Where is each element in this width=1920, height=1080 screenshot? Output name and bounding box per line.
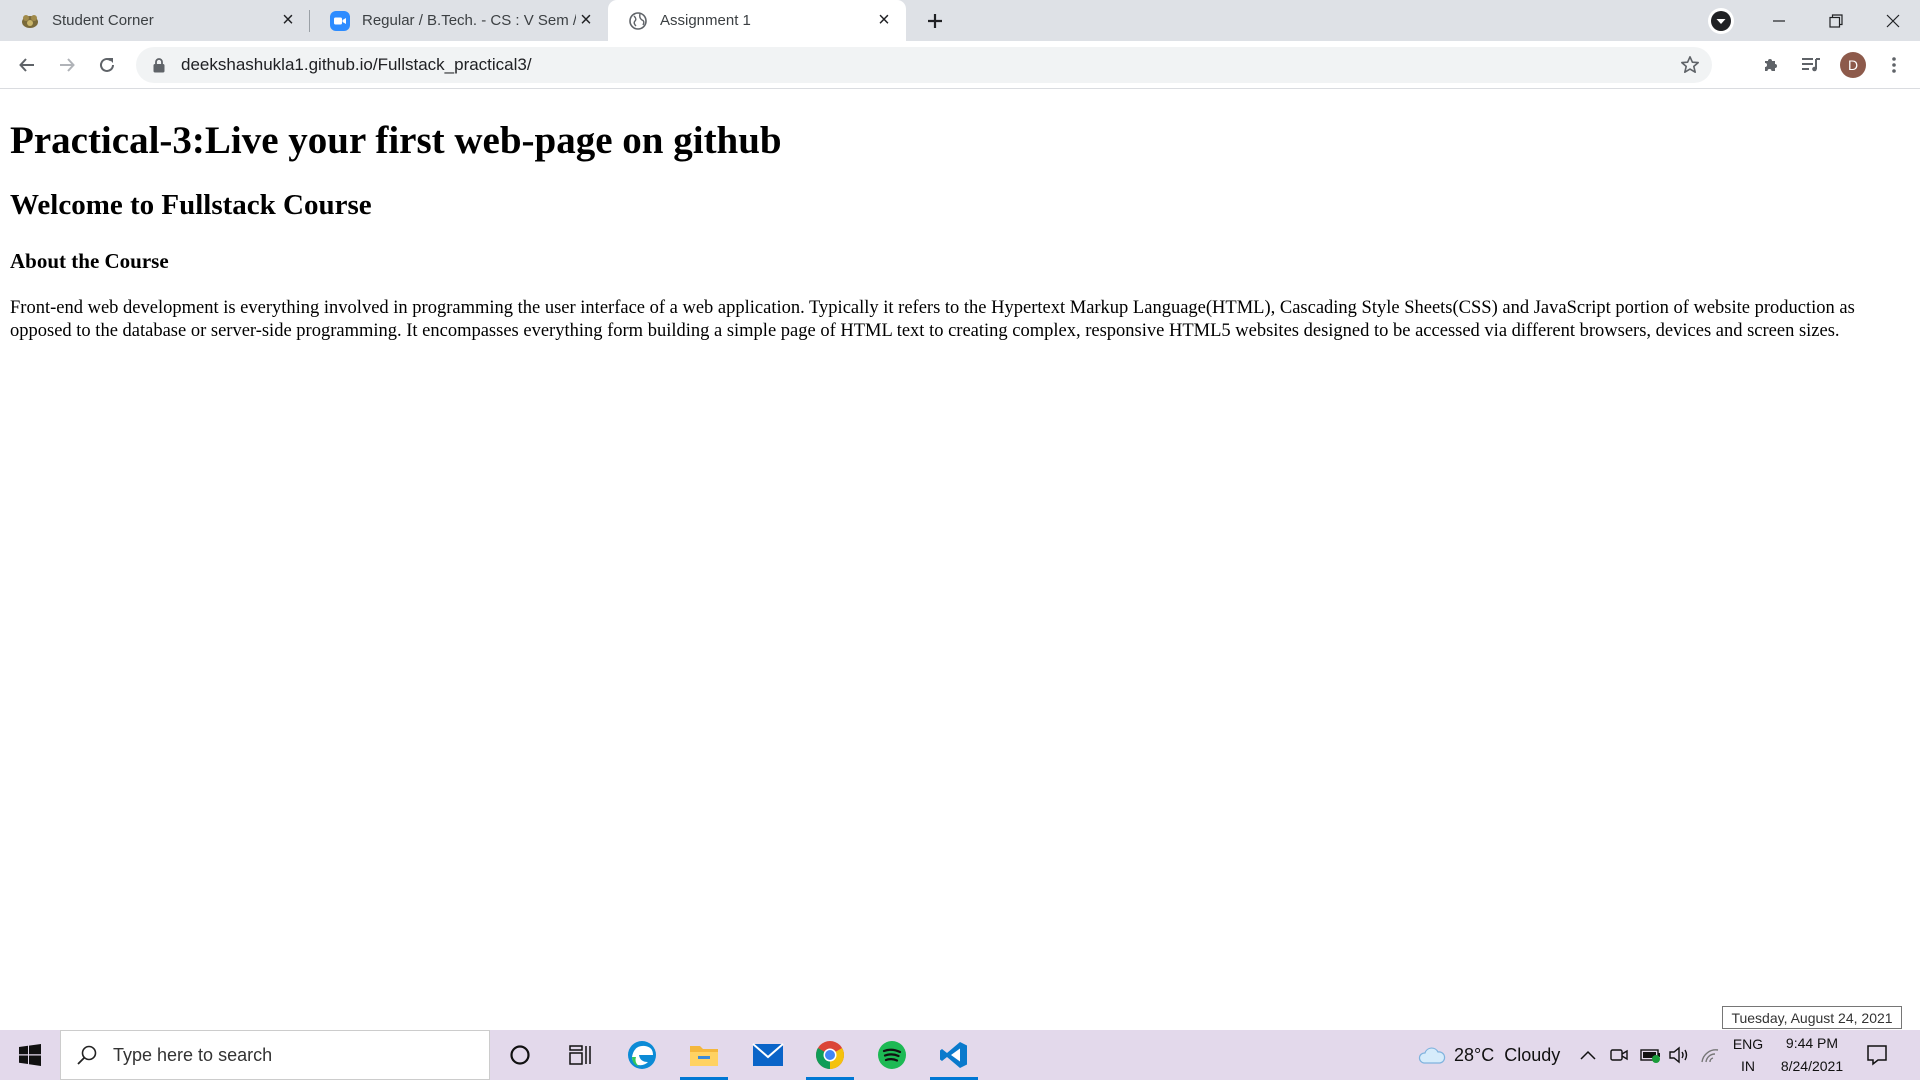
file-explorer-taskbar-icon[interactable] xyxy=(674,1030,734,1080)
url-text[interactable]: deekshashukla1.github.io/Fullstack_pract… xyxy=(181,55,532,75)
date-tooltip: Tuesday, August 24, 2021 xyxy=(1722,1006,1902,1029)
playlist-icon xyxy=(1802,58,1820,72)
back-button[interactable] xyxy=(11,49,43,81)
battery-tray-icon[interactable] xyxy=(1640,1030,1662,1080)
media-control-button[interactable] xyxy=(1795,49,1827,81)
address-bar[interactable]: deekshashukla1.github.io/Fullstack_pract… xyxy=(136,47,1712,83)
start-button[interactable] xyxy=(0,1030,60,1080)
arrow-left-icon xyxy=(19,58,34,72)
search-icon xyxy=(75,1043,99,1067)
section-heading: About the Course xyxy=(10,248,169,273)
tab-assignment-1[interactable]: Assignment 1 × xyxy=(608,0,906,41)
task-view-icon xyxy=(569,1045,591,1065)
minimize-button[interactable] xyxy=(1750,0,1807,41)
action-center-button[interactable] xyxy=(1866,1030,1888,1080)
menu-button[interactable] xyxy=(1878,49,1910,81)
reload-button[interactable] xyxy=(91,49,123,81)
cortana-circle-icon xyxy=(510,1045,530,1065)
profile-button[interactable]: D xyxy=(1837,49,1869,81)
chevron-down-icon xyxy=(1711,11,1731,31)
notification-icon xyxy=(1867,1045,1887,1066)
clock-date[interactable]: 8/24/2021 xyxy=(1770,1058,1854,1074)
windows-taskbar: Type here to search 28°C Cloudy ENG IN 9… xyxy=(0,1030,1920,1080)
student-corner-favicon xyxy=(20,11,40,31)
search-placeholder: Type here to search xyxy=(113,1044,273,1065)
windows-logo-icon xyxy=(19,1044,41,1066)
extensions-button[interactable] xyxy=(1755,49,1787,81)
edge-taskbar-icon[interactable] xyxy=(612,1030,672,1080)
bookmark-star-icon[interactable] xyxy=(1680,55,1700,75)
page-heading: Practical-3:Live your first web-page on … xyxy=(10,119,782,162)
web-page-content: Practical-3:Live your first web-page on … xyxy=(0,90,1920,1030)
tab-title: Student Corner xyxy=(52,12,154,29)
puzzle-icon xyxy=(1765,59,1777,71)
course-description: Front-end web development is everything … xyxy=(10,297,1855,341)
zoom-favicon xyxy=(330,10,350,31)
reload-icon xyxy=(100,57,114,72)
weather-text: 28°C Cloudy xyxy=(1454,1044,1561,1065)
tab-regular-btech[interactable]: Regular / B.Tech. - CS : V Sem / 2 × xyxy=(310,0,608,41)
chrome-taskbar-icon[interactable] xyxy=(800,1030,860,1080)
close-icon[interactable]: × xyxy=(576,9,596,31)
volume-tray-icon[interactable] xyxy=(1668,1030,1690,1080)
tab-search-button[interactable] xyxy=(1708,8,1734,34)
plus-icon xyxy=(928,14,942,28)
speaker-icon xyxy=(1669,1046,1688,1064)
tab-title: Regular / B.Tech. - CS : V Sem / 2 xyxy=(362,12,576,29)
taskbar-search-box[interactable]: Type here to search xyxy=(60,1030,490,1080)
battery-charging-icon xyxy=(1640,1049,1660,1063)
close-icon[interactable]: × xyxy=(278,9,298,31)
close-icon xyxy=(1886,14,1899,27)
browser-toolbar: deekshashukla1.github.io/Fullstack_pract… xyxy=(0,41,1920,89)
close-window-button[interactable] xyxy=(1864,0,1920,41)
cortana-button[interactable] xyxy=(490,1030,550,1080)
lock-icon[interactable] xyxy=(151,57,167,73)
page-subheading: Welcome to Fullstack Course xyxy=(10,188,372,221)
clock-time[interactable]: 9:44 PM xyxy=(1770,1035,1854,1051)
new-tab-button[interactable] xyxy=(918,6,952,36)
weather-widget[interactable]: 28°C Cloudy xyxy=(1418,1030,1560,1080)
restore-button[interactable] xyxy=(1807,0,1864,41)
chevron-up-icon xyxy=(1580,1050,1596,1060)
arrow-right-icon xyxy=(60,58,75,72)
show-hidden-icons-button[interactable] xyxy=(1580,1030,1596,1080)
restore-icon xyxy=(1828,13,1843,28)
avatar: D xyxy=(1840,52,1866,78)
camera-icon xyxy=(1610,1049,1628,1061)
tab-student-corner[interactable]: Student Corner × xyxy=(0,0,310,41)
forward-button[interactable] xyxy=(51,49,83,81)
tab-title: Assignment 1 xyxy=(660,12,751,29)
spotify-taskbar-icon[interactable] xyxy=(862,1030,922,1080)
network-tray-icon[interactable] xyxy=(1700,1030,1720,1080)
close-icon[interactable]: × xyxy=(874,9,894,31)
cloudy-weather-icon xyxy=(1418,1047,1446,1064)
wifi-icon xyxy=(1701,1049,1719,1063)
mail-taskbar-icon[interactable] xyxy=(738,1030,798,1080)
input-language-top[interactable]: ENG xyxy=(1728,1036,1768,1052)
minimize-icon xyxy=(1772,19,1785,22)
task-view-button[interactable] xyxy=(550,1030,610,1080)
input-language-bottom[interactable]: IN xyxy=(1728,1058,1768,1074)
meet-now-tray-icon[interactable] xyxy=(1610,1030,1628,1080)
globe-favicon xyxy=(628,11,648,31)
vscode-taskbar-icon[interactable] xyxy=(924,1030,984,1080)
more-vert-icon xyxy=(1892,57,1896,73)
browser-tab-strip: Student Corner × Regular / B.Tech. - CS … xyxy=(0,0,1920,41)
